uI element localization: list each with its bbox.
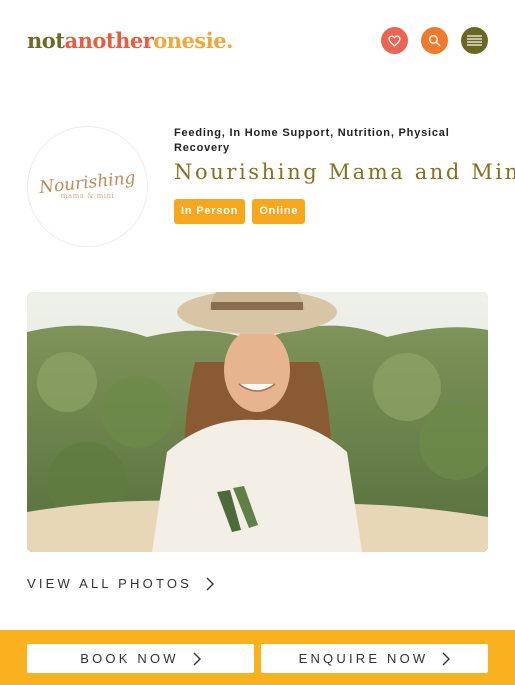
search-button[interactable] [421, 27, 448, 54]
service-tags: In Person Online [174, 199, 306, 224]
book-now-button[interactable]: BOOK NOW [27, 644, 254, 673]
logo-part-not: not [27, 28, 65, 53]
enquire-now-label: ENQUIRE NOW [298, 651, 429, 666]
view-all-photos-link[interactable]: VIEW ALL PHOTOS [27, 576, 215, 591]
book-now-label: BOOK NOW [80, 651, 179, 666]
tag-online: Online [252, 199, 306, 224]
tag-in-person: In Person [174, 199, 246, 224]
search-icon [428, 34, 441, 47]
favourites-button[interactable] [381, 27, 408, 54]
provider-name: Nourishing Mama and Mini [174, 160, 515, 184]
provider-logo: Nourishing mama & mini [27, 126, 148, 247]
action-bar: BOOK NOW ENQUIRE NOW [0, 630, 515, 685]
chevron-right-icon [206, 577, 215, 590]
site-logo[interactable]: notanotheronesie. [27, 27, 233, 55]
chevron-right-icon [193, 652, 201, 665]
chevron-right-icon [442, 652, 451, 665]
provider-photo[interactable] [27, 292, 488, 552]
photo-illustration [27, 292, 488, 552]
logo-part-onesie: onesie. [153, 28, 233, 53]
view-all-photos-label: VIEW ALL PHOTOS [27, 576, 193, 591]
provider-categories: Feeding, In Home Support, Nutrition, Phy… [174, 127, 450, 154]
enquire-now-button[interactable]: ENQUIRE NOW [261, 644, 488, 673]
hamburger-menu-icon [467, 35, 482, 46]
heart-icon [388, 34, 401, 47]
logo-part-another: another [64, 28, 154, 53]
menu-button[interactable] [461, 27, 488, 54]
